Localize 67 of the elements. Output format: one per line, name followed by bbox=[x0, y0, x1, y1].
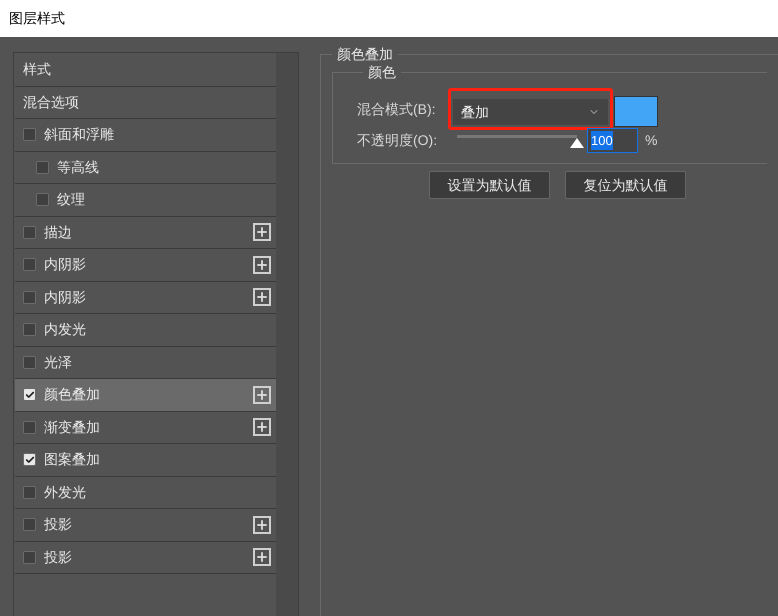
checkbox[interactable] bbox=[23, 356, 36, 369]
add-button[interactable] bbox=[253, 548, 271, 566]
section-title: 颜色叠加 bbox=[336, 45, 394, 64]
style-list-item[interactable]: 等高线 bbox=[15, 152, 276, 184]
checkbox[interactable] bbox=[36, 160, 49, 174]
plus-icon bbox=[255, 518, 269, 532]
plus-icon bbox=[255, 225, 269, 240]
plus-icon bbox=[255, 420, 269, 434]
style-list-item[interactable]: 光泽 bbox=[15, 346, 276, 379]
style-label: 等高线 bbox=[57, 158, 99, 177]
style-label: 样式 bbox=[23, 60, 51, 80]
checkbox[interactable] bbox=[23, 518, 36, 532]
style-label: 投影 bbox=[44, 515, 72, 534]
checkbox[interactable] bbox=[23, 226, 36, 239]
add-button[interactable] bbox=[253, 256, 271, 274]
style-label: 内阴影 bbox=[44, 288, 86, 307]
add-button[interactable] bbox=[253, 288, 271, 306]
style-list-item[interactable]: 渐变叠加 bbox=[15, 412, 276, 444]
style-label: 斜面和浮雕 bbox=[44, 125, 114, 144]
style-list-item[interactable]: 混合选项 bbox=[15, 86, 276, 119]
style-label: 渐变叠加 bbox=[44, 418, 100, 437]
checkbox[interactable] bbox=[36, 193, 49, 206]
default-button[interactable]: 复位为默认值 bbox=[565, 171, 686, 199]
checkbox[interactable] bbox=[23, 388, 36, 402]
style-label: 纹理 bbox=[57, 190, 85, 210]
default-button[interactable]: 设置为默认值 bbox=[429, 171, 550, 199]
plus-icon bbox=[255, 388, 269, 402]
scrollbar-track[interactable] bbox=[276, 53, 298, 616]
plus-icon bbox=[255, 258, 269, 272]
add-button[interactable] bbox=[253, 223, 271, 242]
style-list-item[interactable]: 颜色叠加 bbox=[15, 379, 276, 412]
style-label: 内发光 bbox=[44, 320, 86, 340]
checkbox[interactable] bbox=[23, 323, 36, 336]
check-icon bbox=[24, 390, 34, 400]
checkbox[interactable] bbox=[23, 486, 36, 499]
window-title: 图层样式 bbox=[9, 9, 65, 28]
plus-icon bbox=[255, 290, 269, 304]
check-icon bbox=[24, 454, 34, 465]
style-list-item[interactable]: 外发光 bbox=[15, 476, 276, 509]
add-button[interactable] bbox=[253, 516, 271, 534]
blend-mode-label: 混合模式(B): bbox=[357, 100, 437, 119]
style-label: 混合选项 bbox=[23, 92, 79, 112]
style-label: 外发光 bbox=[44, 482, 86, 502]
checkbox[interactable] bbox=[23, 290, 36, 304]
opacity-field[interactable]: 100 bbox=[587, 128, 638, 153]
style-list-item[interactable]: 内阴影 bbox=[15, 282, 276, 314]
checkbox[interactable] bbox=[23, 453, 36, 466]
blend-mode-dropdown[interactable]: 叠加 bbox=[453, 99, 608, 125]
style-label: 投影 bbox=[44, 548, 72, 567]
opacity-label: 不透明度(O): bbox=[357, 131, 438, 150]
style-list-item[interactable]: 描边 bbox=[15, 216, 276, 249]
plus-icon bbox=[255, 550, 269, 564]
checkbox[interactable] bbox=[23, 128, 36, 142]
add-button[interactable] bbox=[253, 418, 271, 436]
style-label: 图案叠加 bbox=[44, 450, 100, 470]
style-label: 光泽 bbox=[44, 352, 72, 372]
style-list-item[interactable]: 投影 bbox=[15, 542, 276, 574]
style-label: 描边 bbox=[44, 222, 72, 242]
style-label: 颜色叠加 bbox=[44, 385, 100, 404]
checkbox[interactable] bbox=[23, 550, 36, 564]
checkbox[interactable] bbox=[23, 258, 36, 272]
add-button[interactable] bbox=[253, 386, 271, 404]
group-title: 颜色 bbox=[367, 63, 397, 82]
color-swatch[interactable] bbox=[614, 96, 658, 126]
checkbox[interactable] bbox=[23, 420, 36, 434]
percent-unit: % bbox=[645, 131, 658, 150]
style-label: 内阴影 bbox=[44, 255, 86, 274]
